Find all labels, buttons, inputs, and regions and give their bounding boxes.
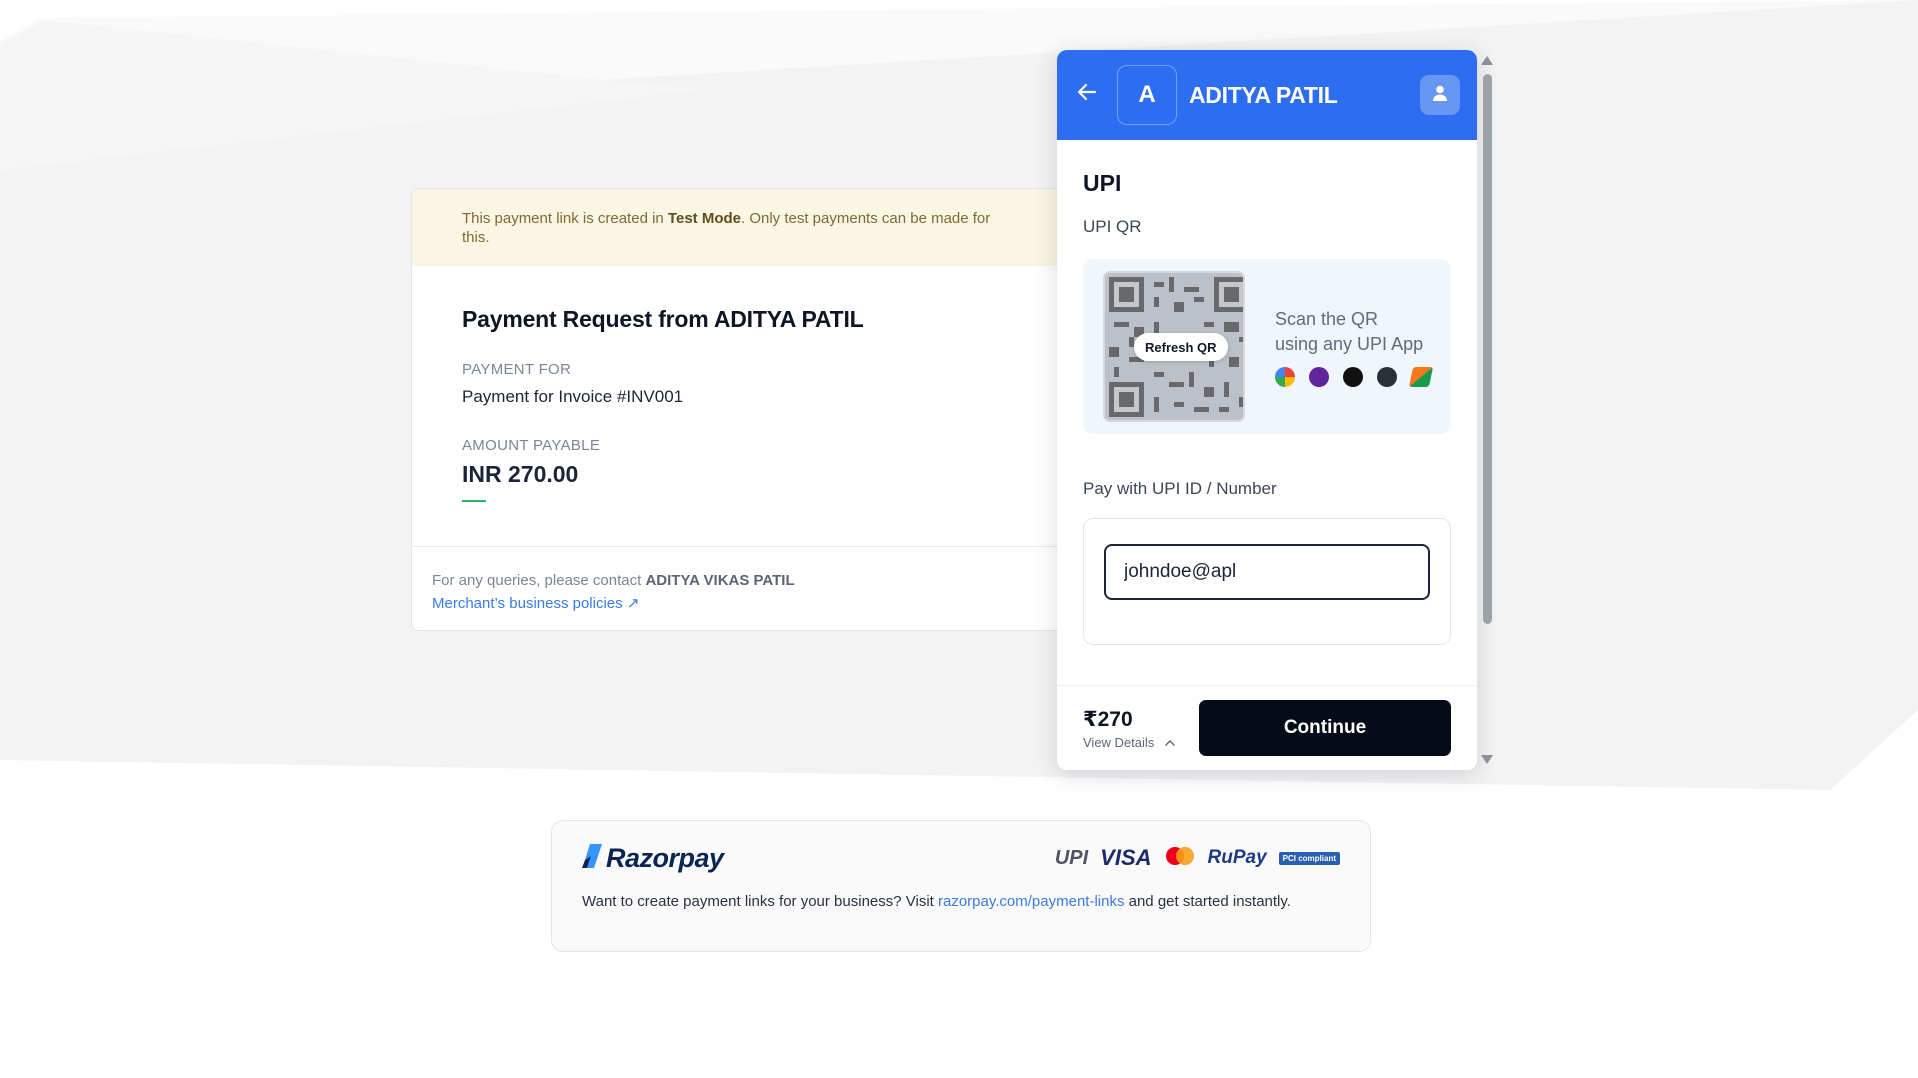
- test-banner-prefix: This payment link is created in: [462, 210, 668, 227]
- contact-name: ADITYA VIKAS PATIL: [645, 572, 795, 589]
- test-mode-banner: This payment link is created in Test Mod…: [412, 189, 1070, 266]
- merchant-policies-link[interactable]: Merchant’s business policies ↗: [432, 592, 1050, 615]
- promo-suffix: and get started instantly.: [1124, 893, 1291, 910]
- amount-payable-label: AMOUNT PAYABLE: [462, 437, 601, 454]
- scan-qr-instructions: Scan the QR using any UPI App: [1275, 307, 1434, 387]
- modal-scrollbar[interactable]: [1478, 50, 1496, 770]
- test-mode-label: Test Mode: [667, 210, 741, 227]
- promo-prefix: Want to create payment links for your bu…: [582, 893, 938, 910]
- razorpay-logo: Razorpay: [582, 843, 724, 874]
- upi-section-title: UPI: [1083, 170, 1122, 196]
- upi-qr-label: UPI QR: [1083, 217, 1142, 236]
- upi-logo: UPI: [1054, 846, 1089, 869]
- visa-logo: VISA: [1100, 845, 1152, 870]
- upi-qr-panel: Refresh QR Scan the QR using any UPI App: [1083, 259, 1451, 434]
- pci-compliant-badge: PCI compliant: [1278, 851, 1340, 865]
- payment-request-title: Payment Request from ADITYA PATIL: [462, 306, 864, 332]
- upi-id-panel: [1083, 518, 1451, 645]
- scan-line-2: using any UPI App: [1275, 333, 1424, 354]
- amount-payable-value: INR 270.00: [462, 461, 579, 487]
- cred-icon: [1343, 366, 1363, 387]
- checkout-header: A ADITYA PATIL: [1057, 50, 1477, 140]
- refresh-qr-button[interactable]: Refresh QR: [1134, 333, 1228, 361]
- scroll-down-arrow-icon[interactable]: [1481, 755, 1493, 764]
- footer-amount: ₹270: [1083, 707, 1133, 731]
- razorpay-mark-icon: [582, 843, 602, 873]
- continue-button[interactable]: Continue: [1199, 700, 1451, 756]
- rupay-logo: RuPay: [1207, 847, 1267, 868]
- razorpay-promo-card: Razorpay UPI VISA RuPay PCI compliant Wa…: [551, 820, 1371, 952]
- amount-underline: [462, 500, 486, 502]
- contact-prefix: For any queries, please contact: [432, 572, 646, 589]
- profile-button[interactable]: [1420, 75, 1460, 115]
- mastercard-icon: [1164, 846, 1196, 871]
- view-details-label: View Details: [1083, 734, 1155, 750]
- merchant-avatar: A: [1117, 65, 1177, 125]
- paytm-icon: [1377, 366, 1397, 387]
- razorpay-card-top: Razorpay UPI VISA RuPay PCI compliant: [582, 841, 1340, 875]
- checkout-footer: ₹270 View Details Continue: [1057, 685, 1477, 770]
- checkout-body: UPI UPI QR Refresh QR Scan the QR using …: [1057, 140, 1477, 690]
- contact-text: For any queries, please contact ADITYA V…: [432, 569, 1050, 592]
- view-details-toggle[interactable]: View Details: [1083, 735, 1176, 750]
- razorpay-promo-text: Want to create payment links for your bu…: [582, 889, 1340, 914]
- checkout-modal: A ADITYA PATIL UPI UPI QR Refresh QR Sca…: [1057, 50, 1477, 770]
- qr-code: Refresh QR: [1103, 271, 1245, 422]
- payment-links-link[interactable]: razorpay.com/payment-links: [938, 893, 1124, 910]
- payment-method-logos: UPI VISA RuPay PCI compliant: [1055, 845, 1340, 871]
- scan-line-1: Scan the QR: [1275, 308, 1379, 329]
- razorpay-brand: Razorpay: [606, 842, 724, 873]
- merchant-name: ADITYA PATIL: [1189, 81, 1338, 108]
- payment-for-value: Payment for Invoice #INV001: [462, 387, 684, 406]
- payment-request-details: Payment Request from ADITYA PATIL PAYMEN…: [412, 266, 1070, 547]
- scroll-up-arrow-icon[interactable]: [1481, 56, 1493, 65]
- payment-request-card: This payment link is created in Test Mod…: [411, 188, 1071, 631]
- google-pay-icon: [1275, 366, 1295, 387]
- user-icon: [1431, 84, 1449, 107]
- upi-id-input[interactable]: [1104, 544, 1430, 600]
- upi-app-icons: [1275, 366, 1434, 387]
- contact-section: For any queries, please contact ADITYA V…: [412, 547, 1070, 615]
- pay-with-upi-id-label: Pay with UPI ID / Number: [1083, 479, 1277, 498]
- scroll-thumb[interactable]: [1483, 74, 1492, 624]
- phonepe-icon: [1309, 366, 1329, 387]
- footer-amount-block: ₹270 View Details: [1083, 707, 1176, 750]
- chevron-up-icon: [1158, 735, 1176, 750]
- back-arrow-icon[interactable]: [1077, 81, 1109, 109]
- payment-for-label: PAYMENT FOR: [462, 361, 572, 378]
- bhim-icon: [1408, 366, 1434, 387]
